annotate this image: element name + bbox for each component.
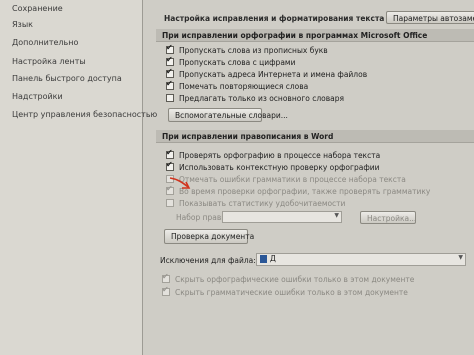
option-check-grammar-with-spelling[interactable]: Во время проверки орфографии, также пров… [166, 184, 430, 196]
checkbox[interactable] [166, 55, 174, 66]
checkbox[interactable] [162, 272, 170, 283]
proofing-options-panel: Настройка исправления и форматирования т… [150, 0, 474, 355]
recheck-document-button[interactable]: Проверка документа [164, 229, 254, 244]
nav-item-language[interactable]: Язык [12, 20, 33, 29]
nav-item-customize-ribbon[interactable]: Настройка ленты [12, 57, 86, 66]
word-section-header: При исправлении правописания в Word [156, 130, 474, 143]
ruleset-select[interactable]: ▼ [222, 211, 342, 223]
option-contextual-spelling[interactable]: Использовать контекстную проверку орфогр… [166, 160, 379, 172]
option-hide-grammar-errors[interactable]: Скрыть грамматические ошибки только в эт… [162, 285, 408, 297]
checkbox[interactable] [166, 67, 174, 78]
options-navigation: Сохранение Язык Дополнительно Настройка … [0, 0, 157, 355]
option-ignore-internet-addresses[interactable]: Пропускать адреса Интернета и имена файл… [166, 67, 367, 79]
checkbox[interactable] [166, 160, 174, 171]
option-main-dictionary-only[interactable]: Предлагать только из основного словаря [166, 94, 344, 103]
option-ignore-uppercase[interactable]: Пропускать слова из прописных букв [166, 43, 328, 55]
option-hide-spelling-errors[interactable]: Скрыть орфографические ошибки только в э… [162, 272, 414, 284]
nav-item-save[interactable]: Сохранение [12, 4, 63, 13]
exceptions-file-select[interactable]: Д ▼ [256, 253, 466, 266]
grammar-settings-button[interactable]: Настройка... [360, 211, 416, 224]
annotation-arrow-icon [169, 177, 191, 189]
checkbox[interactable] [166, 199, 174, 207]
checkbox[interactable] [166, 43, 174, 54]
checkbox[interactable] [166, 79, 174, 90]
option-mark-grammar-errors[interactable]: Отмечать ошибки грамматики в процессе на… [166, 175, 406, 184]
exceptions-label: Исключения для файла: [160, 256, 256, 265]
option-readability-stats[interactable]: Показывать статистику удобочитаемости [166, 199, 345, 208]
option-flag-repeated-words[interactable]: Помечать повторяющиеся слова [166, 79, 308, 91]
custom-dictionaries-button[interactable]: Вспомогательные словари... [168, 108, 288, 122]
chevron-down-icon: ▼ [458, 254, 463, 261]
nav-item-trust-center[interactable]: Центр управления безопасностью [12, 110, 157, 119]
word-doc-icon [260, 255, 267, 263]
option-ignore-numbers[interactable]: Пропускать слова с цифрами [166, 55, 295, 67]
checkbox[interactable] [166, 148, 174, 159]
chevron-down-icon: ▼ [334, 212, 339, 219]
nav-item-quick-access[interactable]: Панель быстрого доступа [12, 74, 122, 83]
office-section-header: При исправлении орфографии в программах … [156, 29, 474, 42]
option-check-spelling-as-type[interactable]: Проверять орфографию в процессе набора т… [166, 148, 380, 160]
nav-item-addins[interactable]: Надстройки [12, 92, 63, 101]
checkbox[interactable] [162, 285, 170, 296]
nav-item-advanced[interactable]: Дополнительно [12, 38, 78, 47]
checkbox[interactable] [166, 94, 174, 102]
autocorrect-options-button[interactable]: Параметры автозамены... [386, 11, 474, 24]
